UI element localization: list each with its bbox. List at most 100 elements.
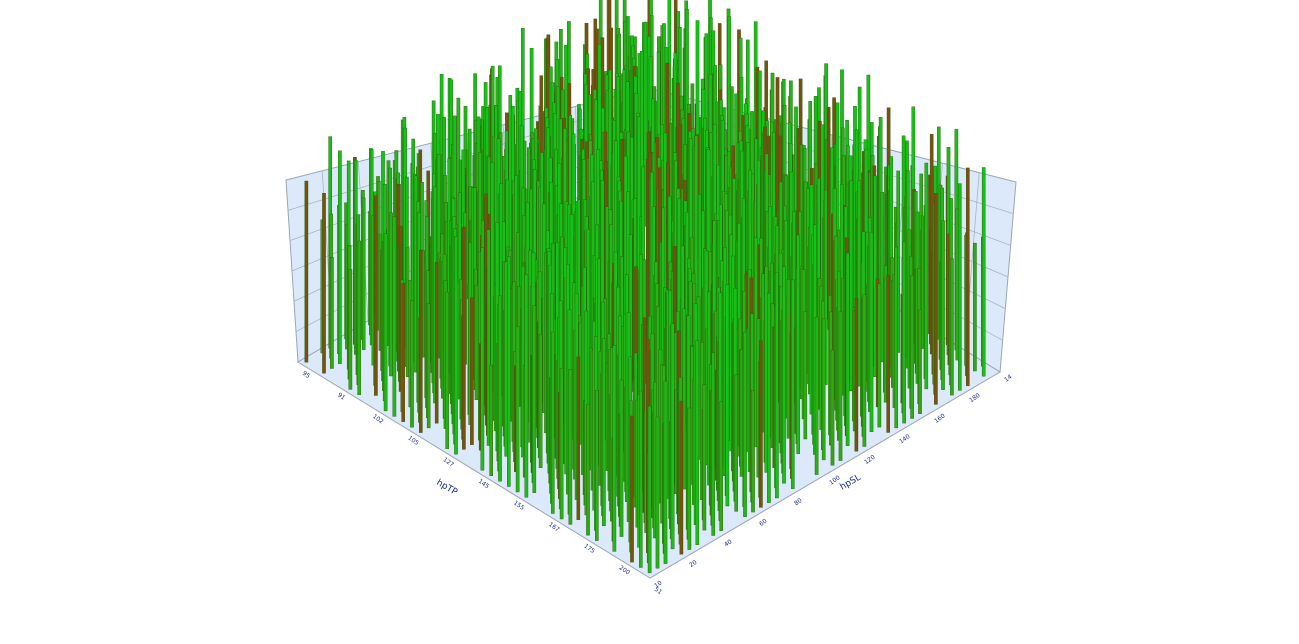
x-tick-label: 167 [547, 521, 561, 533]
bar [918, 309, 922, 414]
bar [782, 266, 786, 484]
bar [568, 369, 573, 525]
x-tick-label: 200 [618, 564, 632, 576]
bar [941, 220, 945, 390]
bar [410, 300, 414, 428]
y-tick-label: 80 [793, 497, 803, 507]
bar [389, 212, 393, 377]
bar [612, 345, 617, 552]
bar [595, 390, 599, 541]
bar [838, 311, 843, 461]
bar [862, 294, 867, 447]
bar [854, 298, 859, 452]
bar [515, 326, 520, 493]
bar [619, 379, 624, 537]
bar [576, 356, 581, 520]
bar [759, 340, 763, 508]
bar [374, 195, 378, 396]
bar [357, 240, 362, 396]
bar [348, 269, 353, 390]
bar [830, 350, 835, 466]
x-tick-label: 145 [477, 478, 491, 490]
bar [401, 283, 406, 422]
bar [796, 234, 800, 455]
bar [474, 285, 479, 400]
bar [814, 316, 819, 475]
bar [791, 279, 795, 489]
bar [630, 415, 634, 563]
bar [950, 258, 954, 396]
bar [894, 246, 898, 429]
bar [551, 331, 555, 514]
bar [902, 241, 906, 424]
bar [454, 236, 458, 455]
bar [958, 183, 962, 391]
bar [966, 167, 970, 386]
bar [559, 368, 564, 520]
bar [981, 167, 986, 377]
bar [910, 275, 914, 419]
bar [639, 390, 643, 568]
bar [743, 331, 747, 518]
bar [711, 352, 715, 536]
x-tick-label: 105 [406, 435, 420, 447]
bar [751, 390, 755, 513]
bar [821, 318, 826, 461]
bar [322, 192, 326, 374]
bar [480, 247, 485, 471]
bar [775, 272, 779, 499]
bar [383, 233, 388, 412]
bar [934, 192, 938, 405]
y-tick-label: 60 [758, 518, 768, 528]
bar [538, 334, 543, 469]
bar [330, 257, 334, 369]
bar [702, 384, 707, 531]
bar [877, 283, 882, 428]
bar [845, 252, 850, 447]
bar [338, 150, 342, 365]
bar [586, 404, 590, 536]
bar [489, 364, 494, 477]
bar [679, 400, 684, 555]
bar [392, 216, 397, 417]
bar [734, 374, 738, 512]
bar [470, 297, 474, 445]
bar [532, 305, 537, 493]
bar [304, 180, 309, 363]
bar [803, 311, 808, 440]
bar [886, 274, 890, 433]
x-axis-title: hpTP [435, 478, 460, 498]
bar [647, 405, 652, 574]
x-tick-label: 102 [371, 413, 385, 425]
bar [924, 162, 929, 390]
bar [655, 416, 660, 569]
y-tick-label: 120 [863, 454, 877, 466]
x-tick-label: 91 [336, 392, 346, 402]
bar [462, 226, 466, 450]
y-tick-label: 40 [723, 538, 733, 548]
y-tick-label: 20 [688, 559, 698, 569]
bar [434, 262, 439, 424]
bar [426, 303, 431, 429]
x-tick-label: 95 [301, 370, 311, 380]
bar [507, 256, 511, 487]
y-tick-label: 160 [933, 412, 947, 424]
bar [725, 284, 730, 507]
x-tick-label: 127 [442, 456, 456, 468]
bar [445, 292, 450, 449]
bar [869, 232, 874, 433]
bar [767, 292, 771, 504]
bars-layer [304, 0, 986, 574]
bar [695, 340, 700, 546]
y-axis-title: hpSL [839, 473, 863, 493]
y-tick-label: 14 [1003, 373, 1013, 383]
bar [687, 407, 692, 550]
bar [670, 323, 675, 550]
bar [524, 274, 529, 498]
y-tick-label: 140 [898, 433, 912, 445]
bar [973, 242, 977, 372]
bar [719, 401, 723, 531]
bar [602, 338, 606, 527]
bar [663, 380, 668, 564]
bar [498, 295, 502, 482]
